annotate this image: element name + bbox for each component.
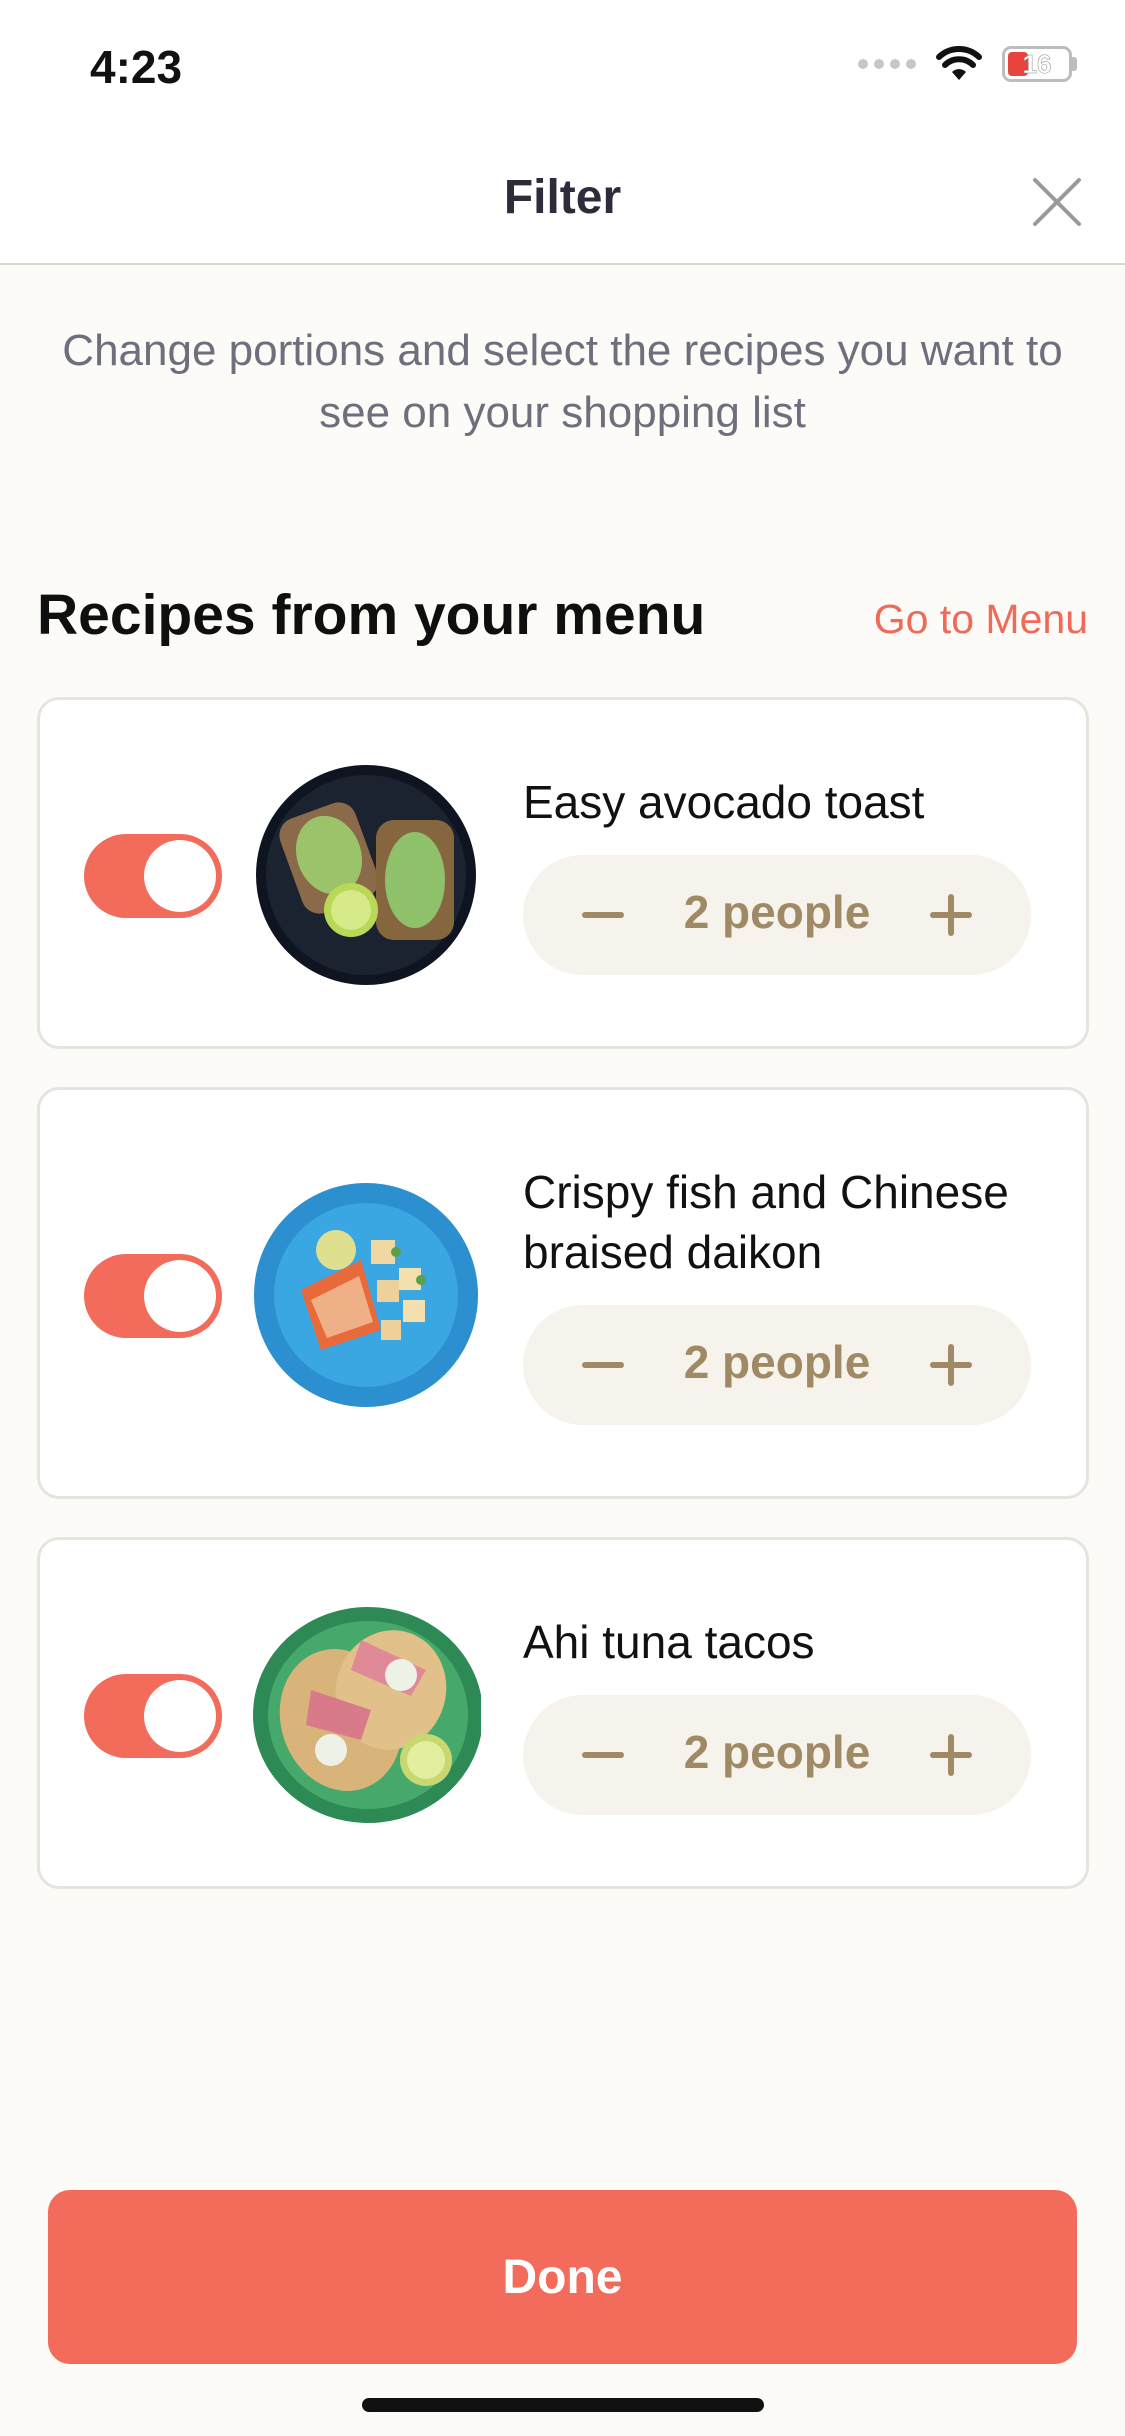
recipe-toggle[interactable]	[84, 1674, 222, 1758]
recipe-name: Ahi tuna tacos	[523, 1616, 815, 1668]
recipe-card: Easy avocado toast 2 people	[37, 697, 1089, 1049]
page-title: Filter	[503, 171, 622, 224]
home-indicator	[362, 2398, 764, 2412]
nav-bar: Filter	[0, 140, 1125, 265]
recipe-image	[256, 765, 476, 985]
status-icons: 16	[858, 46, 1077, 82]
battery-level: 16	[1022, 48, 1052, 79]
portion-stepper: 2 people	[523, 1695, 1031, 1815]
battery-icon: 16	[1002, 46, 1072, 82]
close-icon[interactable]	[1025, 170, 1089, 234]
status-time: 4:23	[90, 41, 183, 93]
plus-icon[interactable]	[921, 885, 981, 945]
toggle-knob	[144, 1680, 216, 1752]
recipe-name: Easy avocado toast	[523, 776, 925, 828]
section-title: Recipes from your menu	[37, 583, 706, 647]
toggle-knob	[144, 1260, 216, 1332]
recipe-toggle[interactable]	[84, 834, 222, 918]
toggle-knob	[144, 840, 216, 912]
recipe-image	[253, 1607, 481, 1823]
intro-text: Change portions and select the recipes y…	[62, 326, 1063, 437]
portion-stepper: 2 people	[523, 1305, 1031, 1425]
section-header: Recipes from your menu Go to Menu	[37, 582, 1088, 652]
recipe-toggle[interactable]	[84, 1254, 222, 1338]
recipe-image	[254, 1183, 478, 1407]
done-button[interactable]: Done	[48, 2190, 1077, 2364]
go-to-menu-link[interactable]: Go to Menu	[874, 596, 1088, 643]
signal-icon	[858, 59, 916, 69]
wifi-icon	[936, 46, 982, 80]
status-bar: 4:23 16	[0, 0, 1125, 140]
portion-stepper: 2 people	[523, 855, 1031, 975]
recipe-card: Crispy fish and Chinese braised daikon 2…	[37, 1087, 1089, 1499]
recipe-card: Ahi tuna tacos 2 people	[37, 1537, 1089, 1889]
plus-icon[interactable]	[921, 1725, 981, 1785]
plus-icon[interactable]	[921, 1335, 981, 1395]
recipe-name: Crispy fish and Chinese braised daikon	[523, 1166, 1009, 1278]
